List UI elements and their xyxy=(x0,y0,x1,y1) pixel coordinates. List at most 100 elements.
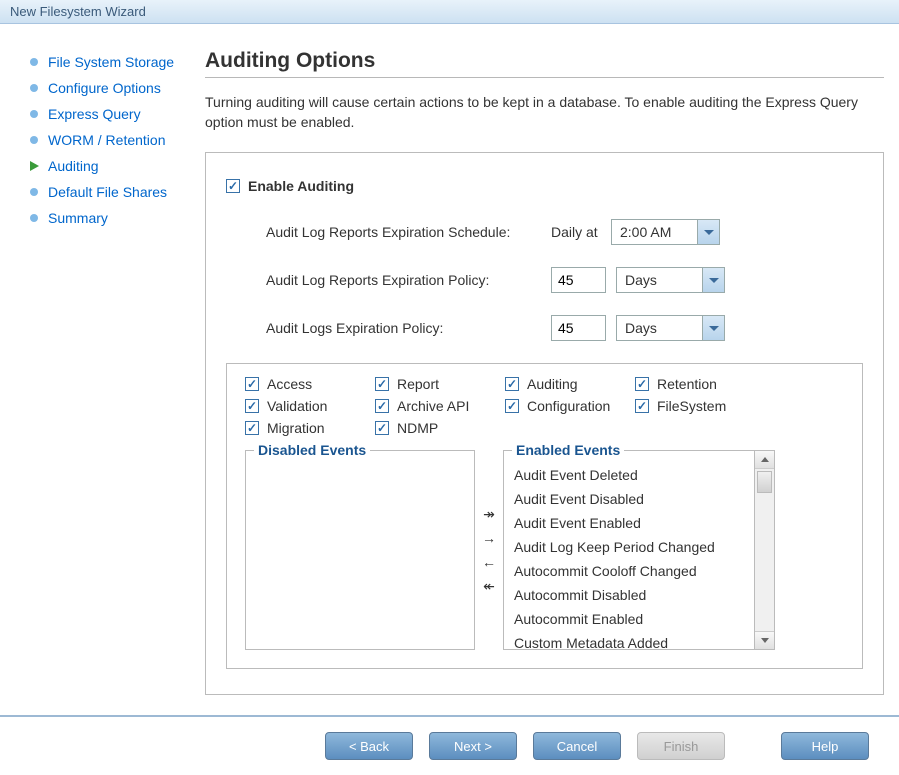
cancel-button[interactable]: Cancel xyxy=(533,732,621,760)
enabled-events-box[interactable]: Enabled Events Audit Event Deleted Audit… xyxy=(503,450,755,650)
schedule-freq: Daily at xyxy=(551,224,611,240)
enable-auditing-row: Enable Auditing xyxy=(226,178,863,194)
category-checkbox[interactable] xyxy=(505,377,519,391)
category-report: Report xyxy=(375,376,505,392)
move-left-button[interactable]: ← xyxy=(482,555,496,569)
events-transfer-row: Disabled Events ↠ → ← ↞ Enabled Events A… xyxy=(245,450,844,650)
finish-button: Finish xyxy=(637,732,725,760)
category-checkbox[interactable] xyxy=(635,399,649,413)
bullet-icon xyxy=(30,58,38,66)
enabled-events-list: Audit Event Deleted Audit Event Disabled… xyxy=(504,451,754,649)
category-label: Validation xyxy=(267,398,327,414)
report-policy-label: Audit Log Reports Expiration Policy: xyxy=(266,272,551,288)
schedule-time-dropdown[interactable]: 2:00 AM xyxy=(611,219,720,245)
disabled-events-list xyxy=(246,451,474,649)
category-configuration: Configuration xyxy=(505,398,635,414)
bullet-icon xyxy=(30,214,38,222)
category-label: Auditing xyxy=(527,376,578,392)
options-panel: Enable Auditing Audit Log Reports Expira… xyxy=(205,152,884,695)
back-button[interactable]: < Back xyxy=(325,732,413,760)
category-checkbox[interactable] xyxy=(245,421,259,435)
window-title-bar: New Filesystem Wizard xyxy=(0,0,899,24)
log-policy-row: Audit Logs Expiration Policy: Days xyxy=(226,315,863,341)
report-policy-input[interactable] xyxy=(551,267,606,293)
bullet-icon xyxy=(30,84,38,92)
category-checkbox[interactable] xyxy=(245,399,259,413)
sidebar-item-configure-options[interactable]: Configure Options xyxy=(30,75,190,101)
arrow-right-icon xyxy=(30,161,39,171)
dropdown-button[interactable] xyxy=(702,316,724,340)
category-label: NDMP xyxy=(397,420,438,436)
event-item[interactable]: Audit Event Deleted xyxy=(512,463,750,487)
category-label: Access xyxy=(267,376,312,392)
sidebar-item-label: File System Storage xyxy=(48,54,174,70)
event-item[interactable]: Custom Metadata Added xyxy=(512,631,750,649)
sidebar-item-default-file-shares[interactable]: Default File Shares xyxy=(30,179,190,205)
event-item[interactable]: Audit Event Enabled xyxy=(512,511,750,535)
sidebar-item-filesystem-storage[interactable]: File System Storage xyxy=(30,49,190,75)
bullet-icon xyxy=(30,188,38,196)
schedule-label: Audit Log Reports Expiration Schedule: xyxy=(266,224,551,240)
category-auditing: Auditing xyxy=(505,376,635,392)
scroll-up-button[interactable] xyxy=(755,451,774,469)
category-checkbox[interactable] xyxy=(375,377,389,391)
category-access: Access xyxy=(245,376,375,392)
event-item[interactable]: Audit Log Keep Period Changed xyxy=(512,535,750,559)
content-area: Auditing Options Turning auditing will c… xyxy=(200,24,899,715)
enable-auditing-checkbox[interactable] xyxy=(226,179,240,193)
category-label: Migration xyxy=(267,420,325,436)
sidebar-item-auditing[interactable]: Auditing xyxy=(30,153,190,179)
dropdown-button[interactable] xyxy=(697,220,719,244)
category-label: FileSystem xyxy=(657,398,726,414)
main-container: File System Storage Configure Options Ex… xyxy=(0,24,899,717)
event-item[interactable]: Autocommit Enabled xyxy=(512,607,750,631)
enabled-events-scrollbar[interactable] xyxy=(755,450,775,650)
chevron-down-icon xyxy=(704,230,714,235)
report-policy-row: Audit Log Reports Expiration Policy: Day… xyxy=(226,267,863,293)
category-label: Retention xyxy=(657,376,717,392)
category-checkbox[interactable] xyxy=(375,421,389,435)
log-policy-input[interactable] xyxy=(551,315,606,341)
help-button[interactable]: Help xyxy=(781,732,869,760)
page-title: Auditing Options xyxy=(205,49,884,73)
disabled-events-title: Disabled Events xyxy=(254,442,370,458)
dropdown-button[interactable] xyxy=(702,268,724,292)
event-item[interactable]: Autocommit Cooloff Changed xyxy=(512,559,750,583)
category-checkbox[interactable] xyxy=(635,377,649,391)
sidebar-item-summary[interactable]: Summary xyxy=(30,205,190,231)
next-button[interactable]: Next > xyxy=(429,732,517,760)
category-filesystem: FileSystem xyxy=(635,398,765,414)
enable-auditing-label: Enable Auditing xyxy=(248,178,354,194)
title-divider xyxy=(205,77,884,78)
move-all-right-button[interactable]: ↠ xyxy=(483,507,495,521)
event-item[interactable]: Autocommit Disabled xyxy=(512,583,750,607)
category-retention: Retention xyxy=(635,376,765,392)
category-checkbox[interactable] xyxy=(505,399,519,413)
schedule-time-value: 2:00 AM xyxy=(612,224,697,240)
triangle-down-icon xyxy=(761,638,769,643)
category-checkbox[interactable] xyxy=(245,377,259,391)
bullet-icon xyxy=(30,110,38,118)
report-policy-unit-dropdown[interactable]: Days xyxy=(616,267,725,293)
categories-grid: Access Report Auditing Retention Validat… xyxy=(245,376,844,436)
sidebar-item-label: Configure Options xyxy=(48,80,161,96)
scroll-down-button[interactable] xyxy=(755,631,774,649)
scroll-track[interactable] xyxy=(755,495,774,631)
page-description: Turning auditing will cause certain acti… xyxy=(205,93,884,132)
sidebar-item-express-query[interactable]: Express Query xyxy=(30,101,190,127)
triangle-up-icon xyxy=(761,457,769,462)
move-right-button[interactable]: → xyxy=(482,531,496,545)
scroll-thumb[interactable] xyxy=(757,471,772,493)
event-item[interactable]: Audit Event Disabled xyxy=(512,487,750,511)
sidebar-item-label: Express Query xyxy=(48,106,141,122)
disabled-events-box[interactable]: Disabled Events xyxy=(245,450,475,650)
sidebar-item-worm-retention[interactable]: WORM / Retention xyxy=(30,127,190,153)
category-label: Archive API xyxy=(397,398,469,414)
move-all-left-button[interactable]: ↞ xyxy=(483,579,495,593)
bullet-icon xyxy=(30,136,38,144)
chevron-down-icon xyxy=(709,278,719,283)
log-policy-unit-value: Days xyxy=(617,320,702,336)
category-checkbox[interactable] xyxy=(375,399,389,413)
log-policy-unit-dropdown[interactable]: Days xyxy=(616,315,725,341)
wizard-sidebar: File System Storage Configure Options Ex… xyxy=(0,24,200,715)
